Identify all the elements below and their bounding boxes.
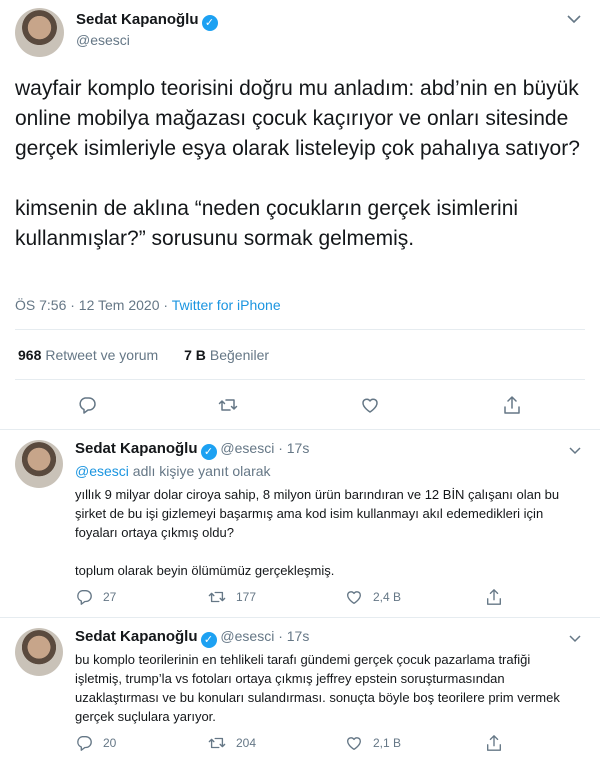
author-handle[interactable]: @esesci xyxy=(220,628,274,644)
author-handle[interactable]: @esesci xyxy=(220,440,274,456)
likes-stat[interactable]: 7 B Beğeniler xyxy=(184,347,269,363)
reply-count: 27 xyxy=(103,590,117,604)
avatar[interactable] xyxy=(15,628,63,676)
heart-icon[interactable] xyxy=(360,395,380,415)
timestamp[interactable]: ÖS 7:56 · 12 Tem 2020 · xyxy=(15,297,172,313)
author-handle[interactable]: @esesci xyxy=(76,32,130,48)
retweet-icon[interactable] xyxy=(218,395,238,415)
reply-icon[interactable] xyxy=(75,588,93,606)
retweet-icon[interactable] xyxy=(208,734,226,752)
like-action[interactable]: 2,4 B xyxy=(345,587,401,607)
chevron-down-icon[interactable] xyxy=(566,633,584,645)
tweet-source-link[interactable]: Twitter for iPhone xyxy=(172,297,281,313)
verified-badge-icon: ✓ xyxy=(201,15,218,31)
avatar[interactable] xyxy=(15,8,64,57)
reply-action[interactable]: 20 xyxy=(75,733,116,753)
tweet-paragraph: wayfair komplo teorisini doğru mu anladı… xyxy=(15,77,580,160)
author-name[interactable]: Sedat Kapanoğlu xyxy=(75,440,198,457)
share-action[interactable] xyxy=(485,587,513,607)
retweet-action[interactable]: 204 xyxy=(208,733,256,753)
retweet-icon[interactable] xyxy=(208,588,226,606)
tweet-text: wayfair komplo teorisini doğru mu anladı… xyxy=(15,74,590,254)
share-icon[interactable] xyxy=(485,588,503,606)
timestamp[interactable]: · 17s xyxy=(278,440,309,456)
reply-header: Sedat Kapanoğlu ✓ @esesci · 17s xyxy=(75,628,309,648)
tweet-paragraph: kimsenin de aklına “neden çocukların ger… xyxy=(15,197,519,250)
tweet-actions xyxy=(0,392,600,418)
author-name-text[interactable]: Sedat Kapanoğlu xyxy=(76,11,199,28)
tweet-actions: 20 204 2,1 B xyxy=(75,733,501,753)
tweet-actions: 27 177 2,4 B xyxy=(75,587,501,607)
retweet-count: 204 xyxy=(236,736,257,750)
divider xyxy=(15,329,585,330)
reply-icon[interactable] xyxy=(77,395,97,415)
retweet-count: 177 xyxy=(236,590,257,604)
like-count: 2,4 B xyxy=(373,590,402,604)
replying-label: adlı kişiye yanıt olarak xyxy=(128,463,271,479)
reply-tweet[interactable]: Sedat Kapanoğlu ✓ @esesci · 17s @esesci a… xyxy=(0,430,600,618)
heart-icon[interactable] xyxy=(345,588,363,606)
main-tweet: Sedat Kapanoğlu ✓ @esesci wayfair komplo … xyxy=(0,0,600,430)
tweet-stats: 968 Retweet ve yorum 7 B Beğeniler xyxy=(18,347,269,363)
chevron-down-icon[interactable] xyxy=(564,12,584,26)
avatar[interactable] xyxy=(15,440,63,488)
tweet-meta: ÖS 7:56 · 12 Tem 2020 · Twitter for iPho… xyxy=(15,297,281,313)
likes-count: 7 B xyxy=(184,347,206,363)
tweet-paragraph: yıllık 9 milyar dolar ciroya sahip, 8 mi… xyxy=(75,487,560,540)
timestamp[interactable]: · 17s xyxy=(278,628,309,644)
share-icon[interactable] xyxy=(485,734,503,752)
reply-tweet[interactable]: Sedat Kapanoğlu ✓ @esesci · 17s bu komplo… xyxy=(0,618,600,761)
divider xyxy=(15,379,585,380)
reply-header: Sedat Kapanoğlu ✓ @esesci · 17s xyxy=(75,440,309,460)
heart-icon[interactable] xyxy=(345,734,363,752)
share-icon[interactable] xyxy=(502,395,522,415)
reply-action[interactable]: 27 xyxy=(75,587,116,607)
likes-label: Beğeniler xyxy=(209,347,270,363)
verified-badge-icon: ✓ xyxy=(200,444,217,460)
tweet-text: bu komplo teorilerinin en tehlikeli tara… xyxy=(75,650,580,726)
mention-link[interactable]: @esesci xyxy=(75,463,129,479)
retweets-label: Retweet ve yorum xyxy=(45,347,159,363)
like-count: 2,1 B xyxy=(373,736,402,750)
reply-count: 20 xyxy=(103,736,117,750)
retweets-count: 968 xyxy=(18,347,42,363)
verified-badge-icon: ✓ xyxy=(200,632,217,648)
author-name[interactable]: Sedat Kapanoğlu xyxy=(75,628,198,645)
retweet-action[interactable]: 177 xyxy=(208,587,256,607)
chevron-down-icon[interactable] xyxy=(566,445,584,457)
tweet-text: yıllık 9 milyar dolar ciroya sahip, 8 mi… xyxy=(75,485,580,580)
tweet-paragraph: toplum olarak beyin ölümümüz gerçekleşmi… xyxy=(75,563,335,578)
share-action[interactable] xyxy=(485,733,513,753)
author-name[interactable]: Sedat Kapanoğlu ✓ xyxy=(76,11,218,31)
like-action[interactable]: 2,1 B xyxy=(345,733,401,753)
retweets-stat[interactable]: 968 Retweet ve yorum xyxy=(18,347,158,363)
replying-to: @esesci adlı kişiye yanıt olarak xyxy=(75,463,271,479)
reply-icon[interactable] xyxy=(75,734,93,752)
tweet-paragraph: bu komplo teorilerinin en tehlikeli tara… xyxy=(75,652,560,724)
